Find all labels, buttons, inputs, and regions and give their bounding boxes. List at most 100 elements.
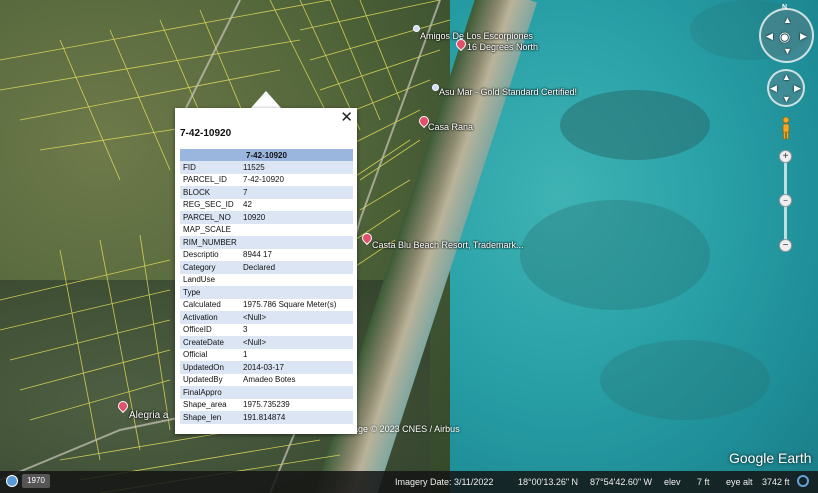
parcel-info-balloon: ✕ 7-42-10920 7-42-10920 FID 11525 PARCEL_I… [175,108,357,434]
attribute-key: UpdatedOn [180,361,240,374]
attribute-value: 191.814874 [240,411,353,424]
attribute-row: RIM_NUMBER [180,236,353,249]
elevation-value: 7 ft [697,477,710,487]
place-label[interactable]: Asu Mar - Gold Standard Certified! [439,87,577,97]
attribute-key: CreateDate [180,336,240,349]
attribute-key: Activation [180,311,240,324]
attribute-key: FinalAppro [180,386,240,399]
place-label[interactable]: 16 Degrees North [467,42,538,52]
move-up-arrow-icon[interactable]: ▲ [782,72,791,82]
zoom-in-button[interactable]: + [779,150,792,163]
look-left-arrow-icon[interactable]: ◀ [766,31,773,42]
street-view-pegman-icon[interactable] [780,116,792,140]
zoom-out-button[interactable]: − [779,239,792,252]
attribute-key: BLOCK [180,186,240,199]
place-label[interactable]: Casta Blu Beach Resort, Trademark... [372,240,524,250]
attribute-value: 1975.735239 [240,398,353,411]
attribute-row: Activation <Null> [180,311,353,324]
attribute-key: OfficeID [180,323,240,336]
move-left-arrow-icon[interactable]: ◀ [770,83,777,94]
attribute-row: Category Declared [180,261,353,274]
attribute-table: 7-42-10920 FID 11525 PARCEL_ID 7-42-10920 BL… [180,149,353,424]
zoom-slider-handle[interactable]: − [779,194,792,207]
eye-icon[interactable]: ◉ [779,29,790,45]
attribute-row: Official 1 [180,348,353,361]
elevation-label: elev [664,477,681,487]
attribute-key: PARCEL_ID [180,173,240,186]
attribute-row: OfficeID 3 [180,323,353,336]
latitude-readout: 18°00'13.26" N [518,477,579,487]
attribute-value [240,223,353,236]
attribute-row: PARCEL_ID 7-42-10920 [180,173,353,186]
attribute-key: Category [180,261,240,274]
place-label[interactable]: Casa Rana [428,122,473,132]
attribute-row: REG_SEC_ID 42 [180,198,353,211]
attribute-value: Declared [240,261,353,274]
look-up-arrow-icon[interactable]: ▲ [783,15,792,25]
attribute-row: Type [180,286,353,299]
google-earth-logo: Google Earth [729,450,812,466]
attribute-value [240,236,353,249]
attribute-value: 7 [240,186,353,199]
attribute-value: <Null> [240,311,353,324]
attribute-row: BLOCK 7 [180,186,353,199]
attribute-value: <Null> [240,336,353,349]
attribute-value [240,386,353,399]
attribute-key: Shape_area [180,398,240,411]
attribute-value: 2014-03-17 [240,361,353,374]
attribute-value: 1 [240,348,353,361]
imagery-date: Imagery Date: 3/11/2022 [395,477,494,487]
balloon-title: 7-42-10920 [180,128,232,139]
attribute-table-header: 7-42-10920 [180,149,353,161]
place-marker-icon[interactable] [413,25,420,32]
attribute-key: PARCEL_NO [180,211,240,224]
attribute-value: 8944 17 [240,248,353,261]
close-icon[interactable]: ✕ [340,110,353,125]
attribute-row: UpdatedOn 2014-03-17 [180,361,353,374]
attribute-key: Shape_len [180,411,240,424]
attribute-row: CreateDate <Null> [180,336,353,349]
move-down-arrow-icon[interactable]: ▼ [782,94,791,104]
status-bar: 1970 Imagery Date: 3/11/2022 18°00'13.26… [0,471,818,493]
attribute-row: PARCEL_NO 10920 [180,211,353,224]
attribute-value: 11525 [240,161,353,174]
attribute-value: 1975.786 Square Meter(s) [240,298,353,311]
attribute-value [240,273,353,286]
attribute-value: 42 [240,198,353,211]
attribute-value: Amadeo Botes [240,373,353,386]
place-label[interactable]: Amigos De Los Escorpiones [420,31,533,41]
balloon-pointer [250,91,282,109]
attribute-key: UpdatedBy [180,373,240,386]
attribute-row: FID 11525 [180,161,353,174]
attribute-key: FID [180,161,240,174]
place-marker-icon[interactable] [432,84,439,91]
look-down-arrow-icon[interactable]: ▼ [783,46,792,56]
attribute-key: Type [180,286,240,299]
satellite-map[interactable]: Amigos De Los Escorpiones 16 Degrees Nor… [0,0,818,493]
compass-north-label[interactable]: N [782,4,787,11]
attribute-row: Descriptio 8944 17 [180,248,353,261]
attribute-value: 3 [240,323,353,336]
attribute-key: REG_SEC_ID [180,198,240,211]
loading-status-icon [797,475,809,487]
attribute-value [240,286,353,299]
attribute-key: Official [180,348,240,361]
attribute-key: MAP_SCALE [180,223,240,236]
attribute-key: Descriptio [180,248,240,261]
attribute-value: 10920 [240,211,353,224]
attribute-row: Shape_area 1975.735239 [180,398,353,411]
eye-altitude-label: eye alt [726,477,753,487]
attribute-row: Calculated 1975.786 Square Meter(s) [180,298,353,311]
historical-imagery-icon[interactable] [6,475,18,487]
imagery-copyright: age © 2023 CNES / Airbus [353,424,460,434]
historical-year-button[interactable]: 1970 [22,474,50,488]
attribute-key: LandUse [180,273,240,286]
place-label[interactable]: Alegria a [129,410,168,421]
attribute-row: FinalAppro [180,386,353,399]
eye-altitude-value: 3742 ft [762,477,790,487]
look-right-arrow-icon[interactable]: ▶ [800,31,807,42]
attribute-key: RIM_NUMBER [180,236,240,249]
attribute-value: 7-42-10920 [240,173,353,186]
move-right-arrow-icon[interactable]: ▶ [794,83,801,94]
attribute-row: MAP_SCALE [180,223,353,236]
